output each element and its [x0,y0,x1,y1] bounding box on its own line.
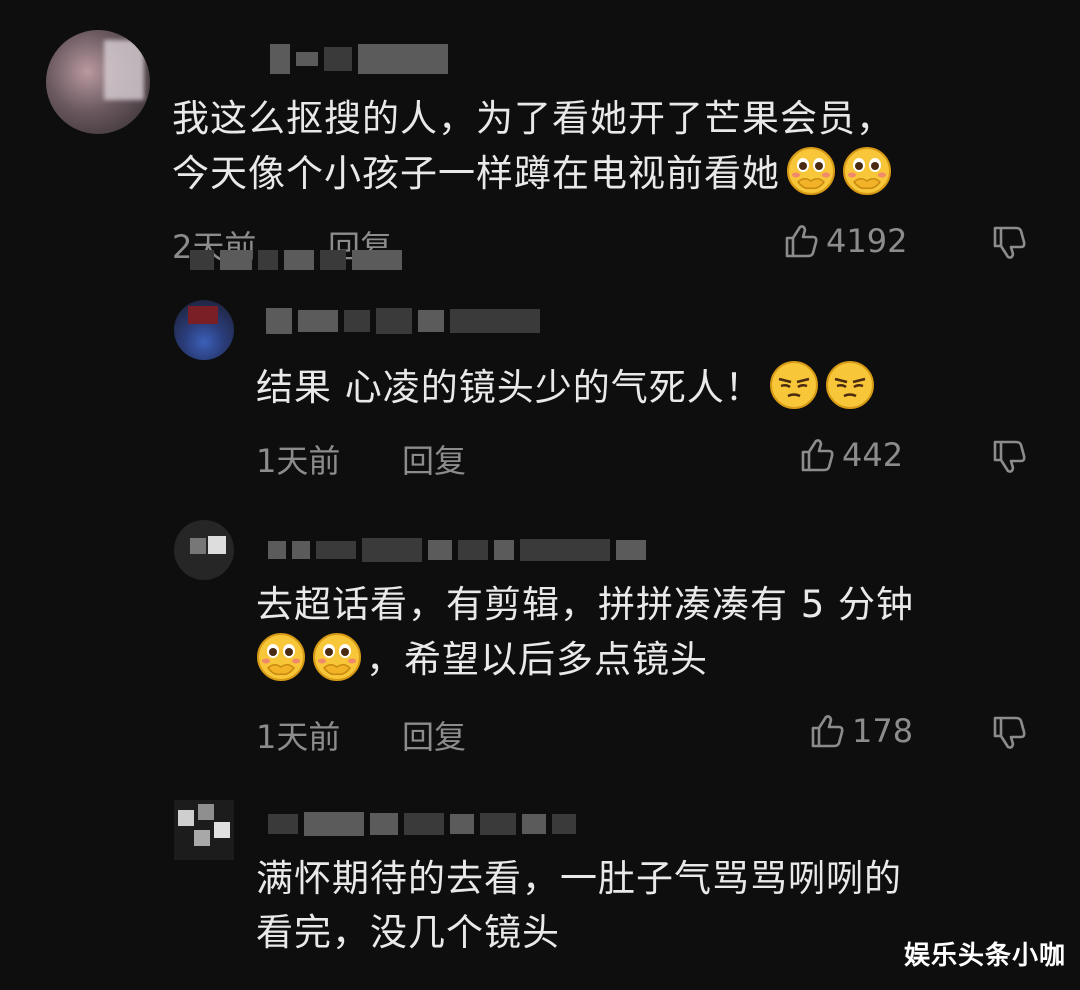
like-count: 442 [842,436,904,474]
comment-text: 满怀期待的去看，一肚子气骂骂咧咧的 看完，没几个镜头 [256,857,902,954]
like-count: 178 [852,712,914,750]
comment-text: 结果 心凌的镜头少的气死人！ [256,360,875,415]
comment-text: 我这么抠搜的人，为了看她开了芒果会员， 今天像个小孩子一样蹲在电视前看她 [172,97,894,195]
avatar[interactable] [174,800,234,860]
watermark: 娱乐头条小咖 [903,941,1066,971]
flushed-hands-emoji [787,147,835,195]
like-button[interactable]: 178 [808,712,913,750]
comment-text: 去超话看，有剪辑，拼拼凑凑有 5 分钟 ，希望以后多点镜头 [256,583,915,681]
thumbs-up-icon [811,715,844,748]
dislike-button[interactable] [990,714,1028,752]
smirk-emoji [769,360,819,410]
username-blurred[interactable] [266,308,540,334]
username-blurred[interactable] [268,538,646,562]
thumbs-up-icon [785,225,818,258]
avatar[interactable] [174,520,234,580]
reply-button[interactable]: 回复 [402,712,466,758]
like-count: 4192 [826,222,908,260]
like-button[interactable]: 4192 [782,222,907,260]
comment-time: 1天前 [256,718,341,756]
thumbs-down-icon [993,440,1026,473]
flushed-hands-emoji [257,633,305,681]
comment-time: 1天前 [256,442,341,480]
dislike-button[interactable] [990,438,1028,476]
reply-button[interactable]: 回复 [402,436,466,482]
flushed-hands-emoji [843,147,891,195]
thumbs-down-icon [993,226,1026,259]
flushed-hands-emoji [313,633,361,681]
username-blurred[interactable] [268,812,576,836]
dislike-button[interactable] [990,224,1028,262]
username-blurred[interactable] [270,44,448,74]
avatar[interactable] [46,30,150,134]
meta-blurred [190,250,402,270]
avatar[interactable] [174,300,234,360]
thumbs-up-icon [801,439,834,472]
smirk-emoji [825,360,875,410]
thumbs-down-icon [993,716,1026,749]
like-button[interactable]: 442 [798,436,903,474]
